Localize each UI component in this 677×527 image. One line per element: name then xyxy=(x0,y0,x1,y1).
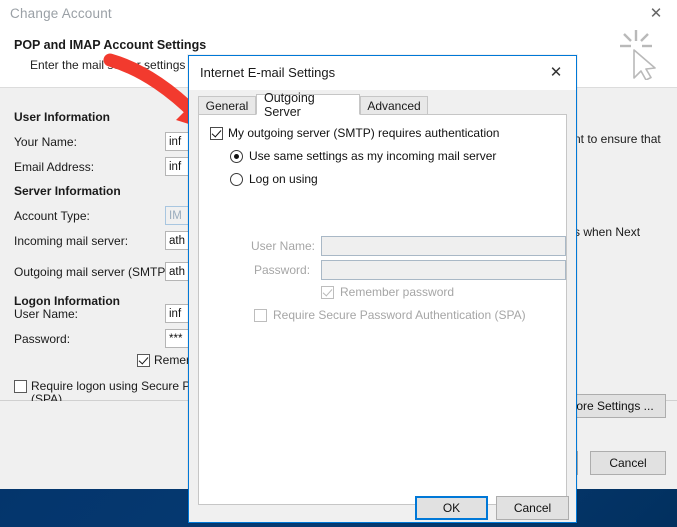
window-title: Change Account xyxy=(10,6,112,21)
label-email-address: Email Address: xyxy=(14,160,95,174)
dialog-user-name-label: User Name: xyxy=(251,239,316,253)
wizard-cancel-button[interactable]: Cancel xyxy=(590,451,666,475)
dialog-remember-password-checkbox[interactable] xyxy=(321,286,334,299)
label-outgoing-mail-server: Outgoing mail server (SMTP): xyxy=(14,265,173,279)
tab-advanced[interactable]: Advanced xyxy=(360,96,428,115)
require-spa-label: Require logon using Secure Pa xyxy=(31,379,198,393)
label-password: Password: xyxy=(14,332,71,346)
radio-log-on-using[interactable] xyxy=(230,173,243,186)
tab-general[interactable]: General xyxy=(198,96,256,115)
close-icon[interactable]: ✕ xyxy=(647,5,665,23)
dialog-tabstrip: General Outgoing Server Advanced xyxy=(198,91,567,119)
label-your-name: Your Name: xyxy=(14,135,77,149)
dialog-user-name-input[interactable] xyxy=(321,236,566,256)
label-account-type: Account Type: xyxy=(14,209,90,223)
label-incoming-mail-server: Incoming mail server: xyxy=(14,234,129,248)
remember-password-label: Remer xyxy=(154,353,191,367)
internet-email-settings-dialog: Internet E-mail Settings ✕ General Outgo… xyxy=(188,55,577,523)
label-user-name: User Name: xyxy=(14,307,79,321)
radio-log-on-using-label: Log on using xyxy=(249,172,318,186)
window-titlebar: Change Account ✕ xyxy=(0,0,677,30)
group-logon-information: Logon Information xyxy=(14,294,120,308)
ok-button[interactable]: OK xyxy=(415,496,488,520)
click-cursor xyxy=(620,30,656,80)
group-server-information: Server Information xyxy=(14,184,121,198)
radio-use-same-settings-label: Use same settings as my incoming mail se… xyxy=(249,149,497,163)
dialog-cancel-button[interactable]: Cancel xyxy=(496,496,569,520)
require-spa-checkbox[interactable] xyxy=(14,380,27,393)
more-settings-button[interactable]: ore Settings ... xyxy=(564,394,666,418)
dialog-remember-password-label: Remember password xyxy=(340,285,455,299)
dialog-titlebar: Internet E-mail Settings ✕ xyxy=(189,56,576,90)
dialog-button-bar: OK Cancel xyxy=(189,496,576,524)
close-icon[interactable]: ✕ xyxy=(546,63,566,83)
test-settings-hint: nt to ensure that xyxy=(574,132,661,146)
dialog-require-spa-checkbox[interactable] xyxy=(254,309,267,322)
dialog-title: Internet E-mail Settings xyxy=(200,65,336,80)
next-settings-hint: s when Next xyxy=(574,225,641,239)
smtp-requires-auth-label: My outgoing server (SMTP) requires authe… xyxy=(228,126,500,140)
dialog-password-label: Password: xyxy=(254,263,311,277)
dialog-password-input[interactable] xyxy=(321,260,566,280)
dialog-require-spa-label: Require Secure Password Authentication (… xyxy=(273,308,526,322)
remember-password-checkbox[interactable] xyxy=(137,354,150,367)
smtp-requires-auth-checkbox[interactable] xyxy=(210,127,223,140)
radio-use-same-settings[interactable] xyxy=(230,150,243,163)
tab-outgoing-server[interactable]: Outgoing Server xyxy=(256,91,360,119)
outgoing-server-panel: My outgoing server (SMTP) requires authe… xyxy=(198,114,567,505)
